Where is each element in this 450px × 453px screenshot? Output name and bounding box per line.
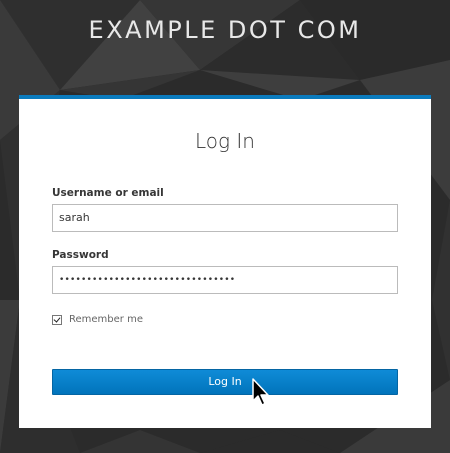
- remember-me-checkbox[interactable]: [52, 314, 62, 325]
- remember-me-label: Remember me: [69, 314, 143, 325]
- password-label: Password: [52, 249, 109, 261]
- mouse-pointer-icon: [252, 378, 272, 412]
- login-title: Log In: [195, 129, 255, 153]
- username-label: Username or email: [52, 187, 164, 199]
- login-card: Log In Username or email sarah Password …: [19, 95, 431, 428]
- remember-me-row[interactable]: Remember me: [52, 314, 143, 325]
- login-button[interactable]: Log In: [52, 369, 398, 395]
- password-input[interactable]: ••••••••••••••••••••••••••••••••: [52, 266, 398, 294]
- username-input[interactable]: sarah: [52, 204, 398, 232]
- site-title: EXAMPLE DOT COM: [88, 16, 362, 44]
